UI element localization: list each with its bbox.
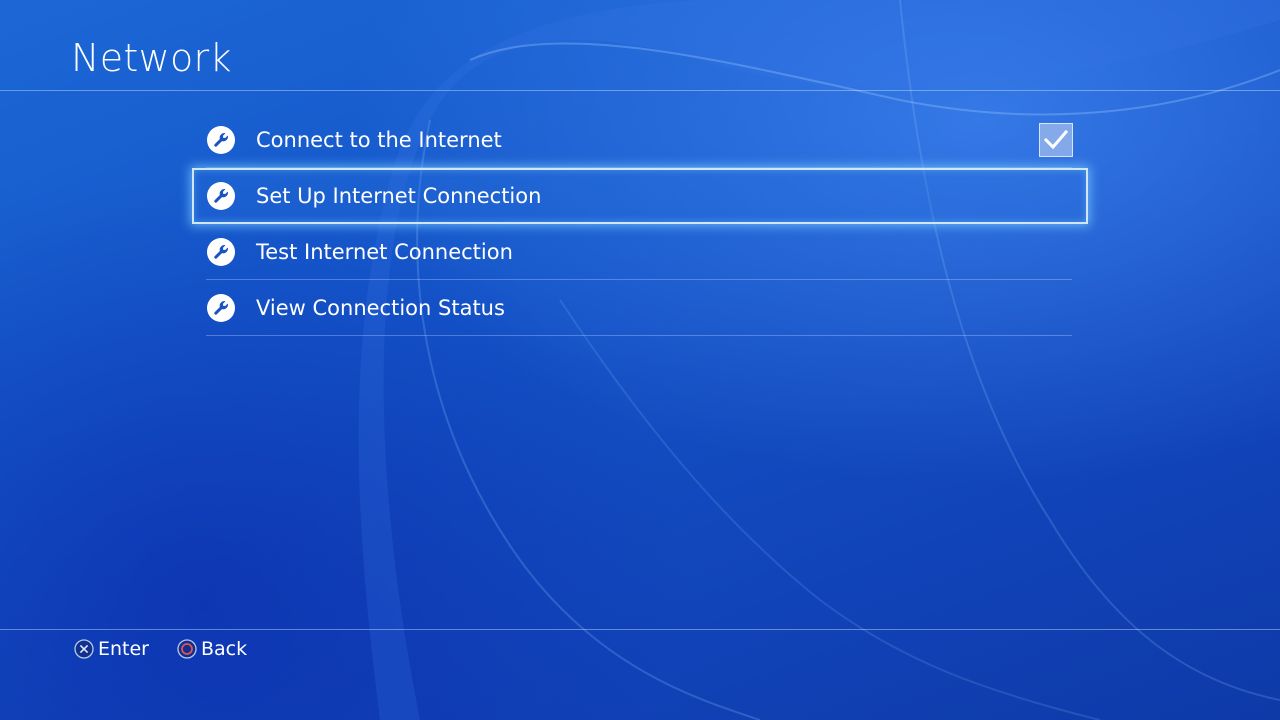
wrench-icon: [207, 294, 235, 322]
connect-to-internet-checkbox[interactable]: [1039, 123, 1073, 157]
menu-item-label: Connect to the Internet: [256, 128, 502, 152]
cross-button-icon: [74, 639, 94, 659]
menu-item-test-internet-connection[interactable]: Test Internet Connection: [192, 224, 1088, 280]
background-wave-decoration: [358, 0, 1280, 720]
wrench-icon: [207, 126, 235, 154]
wrench-icon: [207, 238, 235, 266]
page-title: Network: [71, 36, 232, 80]
menu-item-connect-to-internet[interactable]: Connect to the Internet: [192, 112, 1088, 168]
network-settings-screen: Network Connect to the Internet Set Up I…: [0, 0, 1280, 720]
menu-item-label: Test Internet Connection: [256, 240, 513, 264]
enter-hint: Enter: [74, 638, 149, 660]
back-label: Back: [201, 638, 248, 660]
network-menu: Connect to the Internet Set Up Internet …: [192, 112, 1088, 336]
menu-item-set-up-internet-connection[interactable]: Set Up Internet Connection: [192, 168, 1088, 224]
row-divider: [206, 335, 1072, 336]
menu-item-label: Set Up Internet Connection: [256, 184, 542, 208]
menu-item-view-connection-status[interactable]: View Connection Status: [192, 280, 1088, 336]
enter-label: Enter: [98, 638, 149, 660]
circle-button-icon: [177, 639, 197, 659]
menu-item-label: View Connection Status: [256, 296, 505, 320]
back-hint: Back: [177, 638, 247, 660]
wrench-icon: [207, 182, 235, 210]
header-divider: [0, 90, 1280, 91]
checkmark-icon: [1044, 129, 1068, 150]
footer-divider: [0, 629, 1280, 630]
